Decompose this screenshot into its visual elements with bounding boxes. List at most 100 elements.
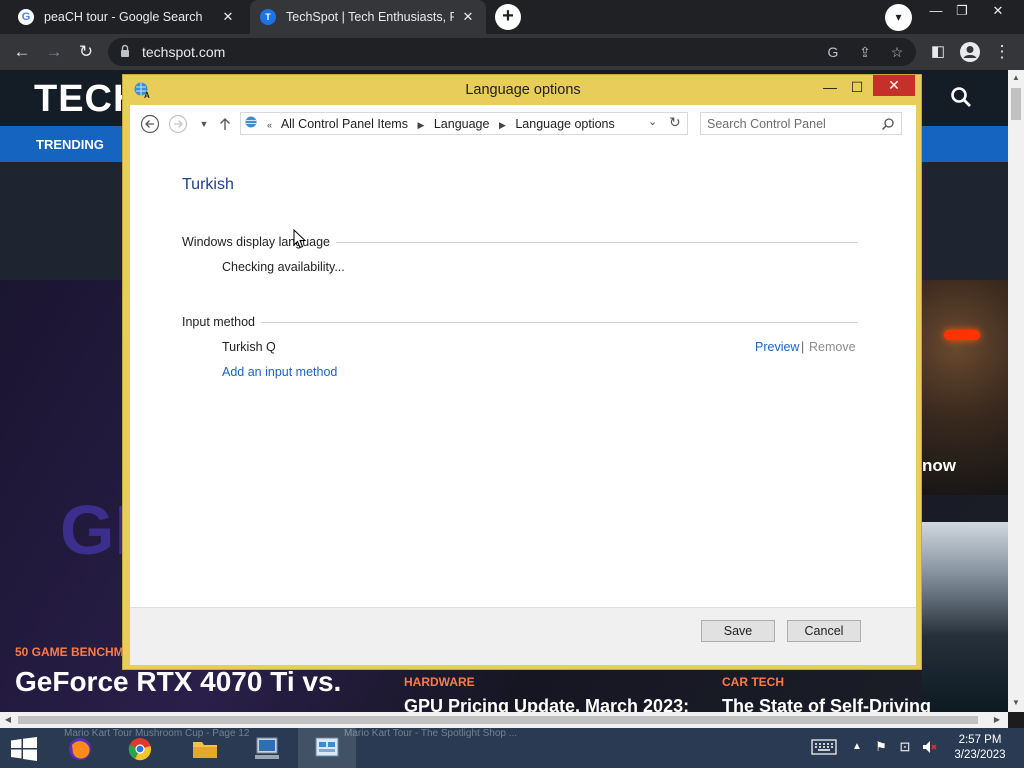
scrollbar-thumb[interactable]: [1011, 88, 1021, 120]
language-heading: Turkish: [182, 176, 234, 193]
forward-button-icon[interactable]: [168, 114, 188, 134]
nav-trending[interactable]: TRENDING: [36, 137, 104, 152]
lock-icon: [121, 44, 129, 57]
add-input-method-link[interactable]: Add an input method: [222, 365, 337, 379]
visor-graphic: [944, 330, 980, 340]
tab-title: peaCH tour - Google Search: [44, 10, 203, 24]
article-headline[interactable]: The State of Self-Driving: [722, 696, 931, 712]
input-method-name: Turkish Q: [222, 340, 276, 354]
search-control-panel-box[interactable]: [700, 112, 902, 135]
search-input[interactable]: [707, 116, 877, 131]
google-favicon-icon: G: [18, 9, 34, 25]
techspot-favicon-icon: T: [260, 9, 276, 25]
scroll-up-icon[interactable]: ▲: [1011, 73, 1021, 83]
firefox-taskbar-button[interactable]: [52, 728, 110, 768]
address-breadcrumb[interactable]: « All Control Panel Items ▶ Language ▶ L…: [240, 112, 688, 135]
tab-search-button[interactable]: ▾: [885, 4, 912, 31]
group-label: Windows display language: [182, 235, 331, 249]
back-arrow-icon[interactable]: ←: [10, 40, 34, 64]
input-method-group: Input method: [182, 314, 858, 330]
volume-muted-icon[interactable]: [918, 736, 940, 758]
tab-title: TechSpot | Tech Enthusiasts, Pow: [286, 10, 454, 24]
overflow-chevron-icon[interactable]: «: [267, 120, 272, 130]
touch-keyboard-icon[interactable]: [810, 736, 838, 758]
breadcrumb-separator-icon[interactable]: ▶: [499, 120, 506, 130]
close-tab-icon[interactable]: ✕: [220, 9, 236, 25]
cancel-button[interactable]: Cancel: [787, 620, 861, 642]
minimize-icon[interactable]: —: [817, 77, 843, 97]
restore-window-icon[interactable]: ❐: [946, 0, 978, 22]
share-icon[interactable]: ⇪: [854, 41, 876, 63]
new-tab-button[interactable]: +: [495, 4, 521, 30]
chrome-icon: [128, 738, 151, 761]
chrome-menu-icon[interactable]: ⋮: [990, 40, 1014, 64]
side-panel-icon[interactable]: ◧: [926, 40, 950, 64]
forward-arrow-icon[interactable]: →: [42, 40, 66, 64]
up-level-icon[interactable]: [215, 114, 235, 134]
article-kicker[interactable]: HARDWARE: [404, 675, 475, 689]
breadcrumb-separator-icon[interactable]: ▶: [417, 120, 424, 130]
computer-taskbar-button[interactable]: [238, 728, 296, 768]
clock-time: 2:57 PM: [958, 734, 1002, 746]
site-search-icon[interactable]: [950, 86, 972, 108]
page-horizontal-scrollbar[interactable]: ◀ ▶: [0, 712, 1008, 728]
windows-start-icon[interactable]: [10, 737, 38, 761]
page-vertical-scrollbar[interactable]: ▲ ▼: [1008, 70, 1024, 712]
google-lens-icon[interactable]: G: [822, 41, 844, 63]
clock-date: 3/23/2023: [954, 749, 1006, 761]
mouse-pointer-icon: [293, 229, 306, 249]
file-explorer-taskbar-button[interactable]: [176, 728, 234, 768]
firefox-icon: [69, 738, 91, 760]
system-clock[interactable]: 2:57 PM 3/23/2023: [948, 733, 1012, 763]
network-icon[interactable]: ⊡: [894, 736, 916, 758]
search-icon[interactable]: [881, 117, 895, 131]
remove-link[interactable]: Remove: [809, 340, 856, 354]
close-window-icon[interactable]: ✕: [982, 0, 1014, 22]
recent-locations-dropdown-icon[interactable]: ▼: [194, 114, 214, 134]
close-window-button[interactable]: ✕: [873, 75, 915, 96]
scroll-left-icon[interactable]: ◀: [3, 715, 13, 725]
scrollbar-thumb[interactable]: [18, 716, 978, 724]
refresh-icon[interactable]: ↻: [669, 114, 681, 131]
breadcrumb-language[interactable]: Language: [434, 117, 490, 131]
breadcrumb-language-options[interactable]: Language options: [515, 117, 614, 131]
article-kicker[interactable]: 50 GAME BENCHM: [15, 645, 124, 659]
address-bar[interactable]: techspot.com G ⇪ ☆: [108, 38, 916, 66]
article-headline[interactable]: GPU Pricing Update, March 2023:: [404, 696, 689, 712]
maximize-icon[interactable]: ☐: [844, 77, 870, 97]
availability-status: Checking availability...: [222, 260, 345, 274]
dialog-footer: Save Cancel: [130, 607, 916, 665]
browser-tabstrip: G peaCH tour - Google Search ✕ T TechSpo…: [0, 0, 1024, 34]
tab-techspot[interactable]: T TechSpot | Tech Enthusiasts, Pow ✕: [250, 0, 486, 34]
car-article-image[interactable]: [922, 522, 1008, 712]
hero-side-text: now: [922, 456, 956, 475]
article-kicker[interactable]: CAR TECH: [722, 675, 784, 689]
article-headline[interactable]: GeForce RTX 4070 Ti vs.: [15, 666, 341, 698]
chrome-taskbar-button[interactable]: [112, 728, 170, 768]
save-button[interactable]: Save: [701, 620, 775, 642]
window-content: ▼ « All Control Panel Items ▶ Language ▶…: [130, 105, 916, 665]
browser-toolbar: ← → ↻ techspot.com G ⇪ ☆ ◧ ⋮: [0, 34, 1024, 70]
tab-google-search[interactable]: G peaCH tour - Google Search ✕: [8, 0, 246, 34]
navigation-bar: ▼ « All Control Panel Items ▶ Language ▶…: [130, 105, 916, 143]
address-dropdown-icon[interactable]: ⌄: [648, 115, 657, 128]
display-language-group: Windows display language: [182, 234, 858, 250]
scroll-down-icon[interactable]: ▼: [1011, 698, 1021, 708]
control-panel-icon: [315, 737, 339, 757]
computer-icon: [255, 737, 279, 759]
show-hidden-icons-chevron-icon[interactable]: ▲: [846, 736, 868, 758]
action-center-flag-icon[interactable]: ⚑: [870, 736, 892, 758]
breadcrumb-all-control-panel-items[interactable]: All Control Panel Items: [281, 117, 408, 131]
link-separator: |: [801, 340, 805, 354]
preview-link[interactable]: Preview: [755, 340, 799, 354]
windows-taskbar: Mario Kart Tour Mushroom Cup - Page 12 M…: [0, 728, 1024, 768]
back-button-icon[interactable]: [140, 114, 160, 134]
control-panel-taskbar-button[interactable]: [298, 728, 356, 768]
profile-avatar-icon[interactable]: [958, 40, 982, 64]
close-tab-icon[interactable]: ✕: [460, 9, 476, 25]
group-label: Input method: [182, 315, 255, 329]
scroll-right-icon[interactable]: ▶: [992, 715, 1002, 725]
reload-icon[interactable]: ↻: [74, 40, 98, 64]
control-panel-icon: [245, 116, 257, 128]
bookmark-star-icon[interactable]: ☆: [886, 41, 908, 63]
